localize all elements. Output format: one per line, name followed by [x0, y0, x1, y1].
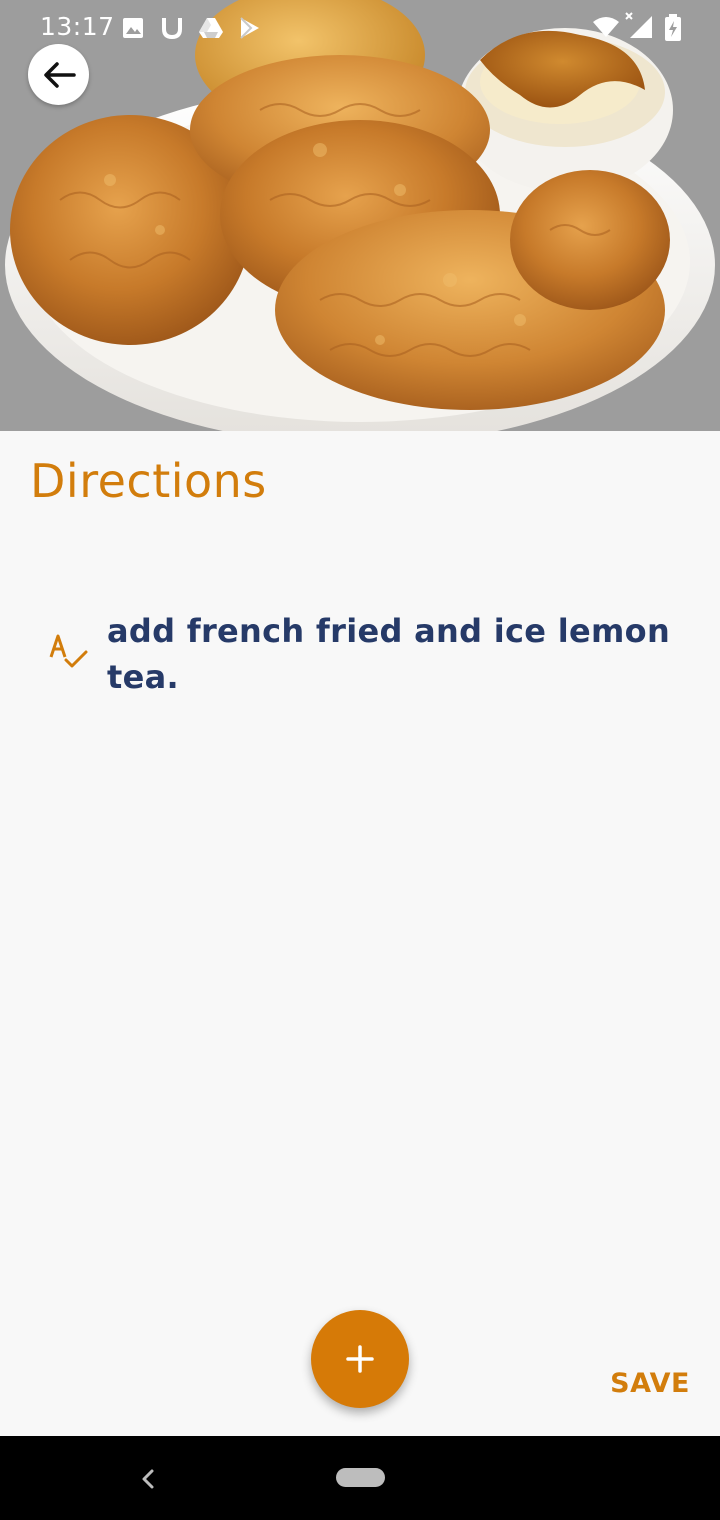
fried-chicken-photo	[0, 0, 720, 431]
nav-back-icon[interactable]	[136, 1464, 158, 1494]
image-icon	[122, 17, 144, 43]
u-app-icon	[161, 16, 183, 44]
drive-icon	[198, 17, 224, 43]
section-title: Directions	[30, 454, 267, 508]
battery-charging-icon	[664, 14, 682, 46]
navigation-bar	[0, 1436, 720, 1520]
save-button[interactable]: SAVE	[610, 1368, 690, 1399]
signal-icon	[624, 10, 654, 44]
status-time: 13:17	[40, 12, 115, 41]
arrow-left-icon	[43, 61, 76, 88]
direction-text: add french fried and ice lemon tea.	[107, 612, 671, 696]
spellcheck-icon	[49, 634, 88, 668]
back-button[interactable]	[28, 44, 89, 105]
status-bar: 13:17	[0, 0, 720, 56]
add-direction-button[interactable]	[311, 1310, 409, 1408]
nav-home-pill-icon[interactable]	[336, 1468, 385, 1487]
recipe-directions-screen: 13:17 Directions add french fried and ic…	[0, 0, 720, 1520]
hero-image	[0, 0, 720, 431]
wifi-icon	[592, 16, 620, 42]
plus-icon	[346, 1345, 374, 1373]
play-store-icon	[239, 17, 261, 43]
